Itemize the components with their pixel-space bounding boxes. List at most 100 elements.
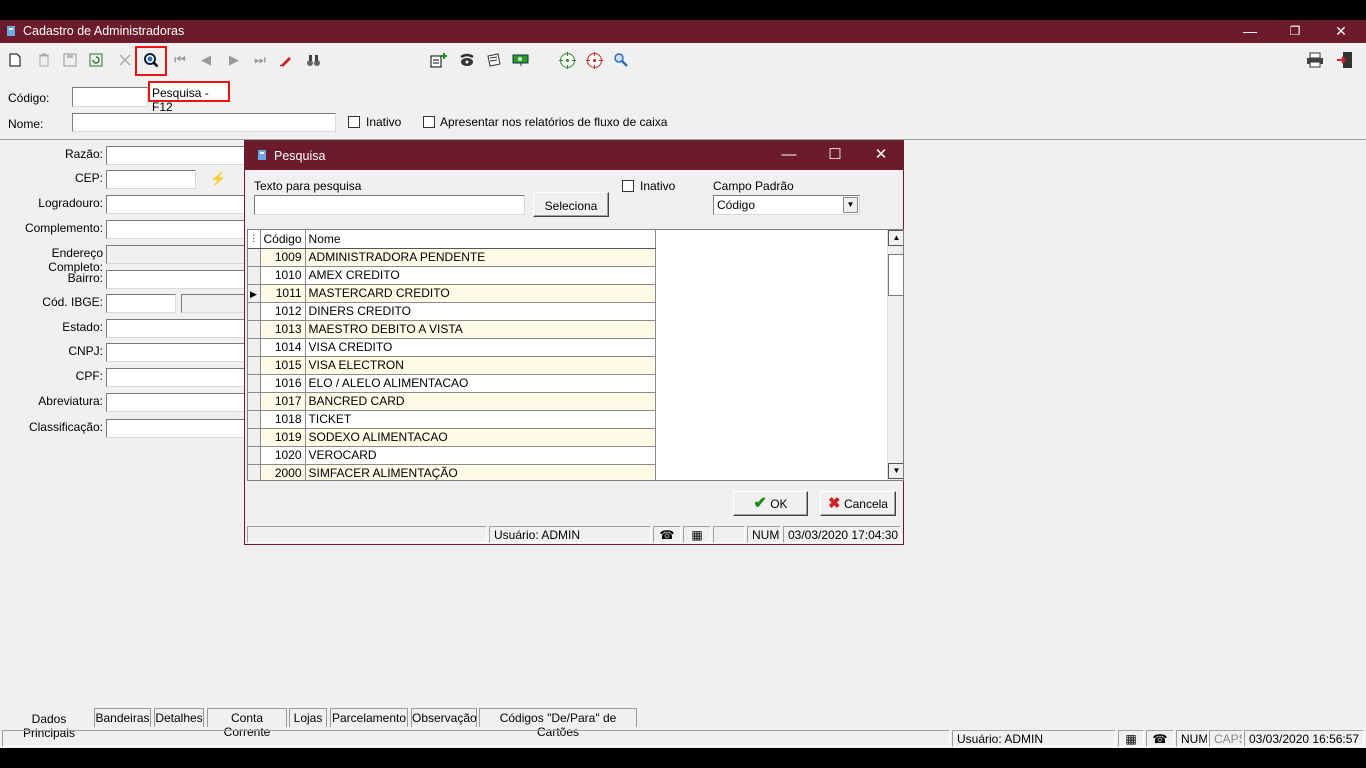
cnpj-input[interactable] xyxy=(106,343,246,362)
cidade-input[interactable] xyxy=(181,294,246,313)
calculator-icon[interactable]: ▦ xyxy=(1118,730,1144,747)
tab-1[interactable]: Bandeiras xyxy=(94,708,151,727)
column-header-codigo[interactable]: Código xyxy=(260,230,306,249)
last-record-button[interactable]: ⏭ xyxy=(251,51,269,69)
cancel-button[interactable]: ✖ Cancela xyxy=(820,491,896,516)
next-record-button[interactable]: ▶ xyxy=(225,51,243,69)
campo-padrao-select[interactable]: Código ▼ xyxy=(713,195,860,215)
delete-button[interactable] xyxy=(35,51,53,69)
cell-nome[interactable]: SIMFACER ALIMENTAÇÃO xyxy=(305,464,657,480)
prev-record-button[interactable]: ◀ xyxy=(197,51,215,69)
table-row[interactable]: 1019 SODEXO ALIMENTACAO xyxy=(248,428,657,447)
table-row[interactable]: 1020 VEROCARD xyxy=(248,446,657,465)
table-row[interactable]: ▶ 1011 MASTERCARD CREDITO xyxy=(248,284,657,303)
table-row[interactable]: 1017 BANCRED CARD xyxy=(248,392,657,411)
cancel-edit-button[interactable] xyxy=(116,51,134,69)
cell-nome[interactable]: VISA CREDITO xyxy=(305,338,657,357)
table-row[interactable]: 1012 DINERS CREDITO xyxy=(248,302,657,321)
cell-nome[interactable]: MAESTRO DEBITO A VISTA xyxy=(305,320,657,339)
complemento-input[interactable] xyxy=(106,220,246,239)
table-row[interactable]: 1013 MAESTRO DEBITO A VISTA xyxy=(248,320,657,339)
classificacao-input[interactable] xyxy=(106,419,246,438)
money-button[interactable] xyxy=(512,51,530,69)
tab-7[interactable]: Códigos "De/Para" de Cartões xyxy=(479,708,637,739)
phone-status-icon[interactable]: ☎ xyxy=(1146,730,1174,747)
endereco-completo-input[interactable] xyxy=(106,245,246,264)
search-text-input[interactable] xyxy=(254,195,525,215)
cell-codigo[interactable]: 2000 xyxy=(260,464,306,480)
tab-4[interactable]: Lojas xyxy=(289,708,327,727)
cell-nome[interactable]: BANCRED CARD xyxy=(305,392,657,411)
search-button[interactable] xyxy=(142,51,160,69)
scroll-thumb[interactable] xyxy=(888,254,903,296)
inativo-checkbox[interactable] xyxy=(348,116,360,128)
scroll-down-arrow-icon[interactable]: ▼ xyxy=(888,463,903,479)
cell-nome[interactable]: TICKET xyxy=(305,410,657,429)
cell-codigo[interactable]: 1010 xyxy=(260,266,306,285)
tab-6[interactable]: Observação xyxy=(411,708,477,727)
phone-button[interactable] xyxy=(458,51,476,69)
cell-codigo[interactable]: 1014 xyxy=(260,338,306,357)
table-row[interactable]: 1010 AMEX CREDITO xyxy=(248,266,657,285)
dialog-inativo-checkbox[interactable] xyxy=(622,180,634,192)
cpf-input[interactable] xyxy=(106,368,246,387)
table-row[interactable]: 1016 ELO / ALELO ALIMENTACAO xyxy=(248,374,657,393)
cell-codigo[interactable]: 1013 xyxy=(260,320,306,339)
cep-input[interactable] xyxy=(106,170,196,189)
cell-nome[interactable]: ELO / ALELO ALIMENTACAO xyxy=(305,374,657,393)
abreviatura-input[interactable] xyxy=(106,393,246,412)
cell-codigo[interactable]: 1011 xyxy=(260,284,306,303)
restore-button[interactable]: ❐ xyxy=(1272,20,1318,43)
target-red-button[interactable] xyxy=(585,51,603,69)
cell-codigo[interactable]: 1019 xyxy=(260,428,306,447)
grid-scrollbar[interactable]: ▲ ▼ xyxy=(887,230,903,480)
tab-3[interactable]: Conta Corrente xyxy=(207,708,287,739)
results-grid[interactable]: ⋮ Código Nome 1009 ADMINISTRADORA PENDENT… xyxy=(247,229,904,481)
table-row[interactable]: 1014 VISA CREDITO xyxy=(248,338,657,357)
zoom-button[interactable] xyxy=(612,51,630,69)
dialog-close-button[interactable]: ✕ xyxy=(858,141,904,170)
refresh-button[interactable] xyxy=(87,51,105,69)
scroll-up-arrow-icon[interactable]: ▲ xyxy=(888,230,903,246)
new-record-button[interactable] xyxy=(6,51,24,69)
nome-input[interactable] xyxy=(72,113,336,132)
table-row[interactable]: 1009 ADMINISTRADORA PENDENTE xyxy=(248,248,657,267)
chevron-down-icon[interactable]: ▼ xyxy=(843,197,858,213)
cell-codigo[interactable]: 1018 xyxy=(260,410,306,429)
add-report-button[interactable] xyxy=(430,51,448,69)
close-button[interactable]: ✕ xyxy=(1318,20,1364,43)
cell-codigo[interactable]: 1017 xyxy=(260,392,306,411)
razao-input[interactable] xyxy=(106,146,246,165)
grid-menu-icon[interactable]: ⋮ xyxy=(248,230,261,249)
cell-codigo[interactable]: 1009 xyxy=(260,248,306,267)
cell-nome[interactable]: VISA ELECTRON xyxy=(305,356,657,375)
codigo-input[interactable] xyxy=(72,87,148,107)
table-row[interactable]: 1015 VISA ELECTRON xyxy=(248,356,657,375)
cell-nome[interactable]: ADMINISTRADORA PENDENTE xyxy=(305,248,657,267)
cell-nome[interactable]: VEROCARD xyxy=(305,446,657,465)
estado-input[interactable] xyxy=(106,319,246,338)
tab-0[interactable]: Dados Principais xyxy=(4,710,94,740)
target-green-button[interactable] xyxy=(558,51,576,69)
logradouro-input[interactable] xyxy=(106,195,246,214)
cell-nome[interactable]: AMEX CREDITO xyxy=(305,266,657,285)
filter-button[interactable] xyxy=(277,51,295,69)
cell-nome[interactable]: MASTERCARD CREDITO xyxy=(305,284,657,303)
exit-button[interactable] xyxy=(1336,51,1354,69)
cell-codigo[interactable]: 1016 xyxy=(260,374,306,393)
cell-codigo[interactable]: 1012 xyxy=(260,302,306,321)
cell-codigo[interactable]: 1015 xyxy=(260,356,306,375)
table-row[interactable]: 1018 TICKET xyxy=(248,410,657,429)
dialog-maximize-button[interactable]: ☐ xyxy=(812,141,858,170)
cell-codigo[interactable]: 1020 xyxy=(260,446,306,465)
dialog-calculator-icon[interactable]: ▦ xyxy=(683,526,711,543)
seleciona-button[interactable]: Seleciona xyxy=(533,192,609,217)
cell-nome[interactable]: SODEXO ALIMENTACAO xyxy=(305,428,657,447)
dialog-phone-icon[interactable]: ☎ xyxy=(653,526,681,543)
print-button[interactable] xyxy=(1306,51,1324,69)
first-record-button[interactable]: ⏮ xyxy=(171,51,189,69)
table-row[interactable]: 2000 SIMFACER ALIMENTAÇÃO xyxy=(248,464,657,480)
cep-lookup-icon[interactable]: ⚡ xyxy=(210,171,226,187)
cod-ibge-input[interactable] xyxy=(106,294,176,313)
fluxo-caixa-checkbox[interactable] xyxy=(423,116,435,128)
